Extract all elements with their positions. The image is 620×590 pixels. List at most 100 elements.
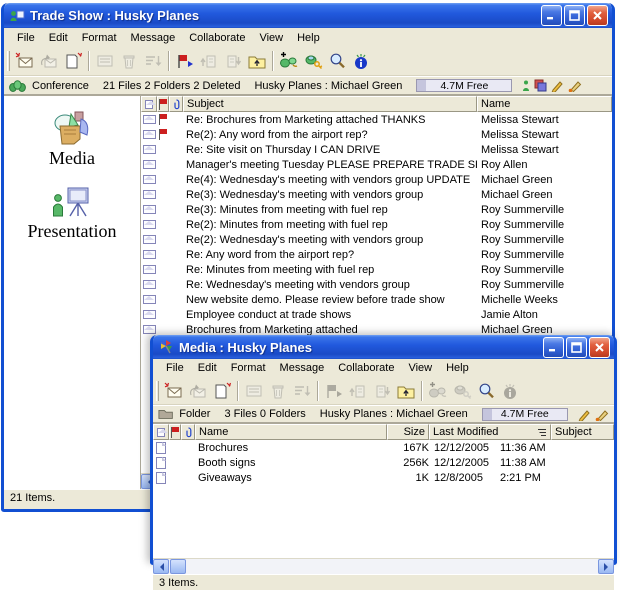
table-row[interactable]: Re: Minutes from meeting with fuel repRo… — [141, 262, 612, 277]
trade-show-infobar: Conference 21 Files 2 Folders 2 Deleted … — [4, 76, 612, 95]
media-toolbar — [153, 377, 614, 405]
table-row[interactable]: Brochures167K12/12/200511:36 AM — [153, 440, 614, 455]
column-name[interactable]: Name — [195, 424, 387, 440]
table-row[interactable]: Re(2): Wednesday's meeting with vendors … — [141, 232, 612, 247]
infobar-owner: Husky Planes : Michael Green — [320, 408, 468, 420]
info-button[interactable] — [349, 50, 373, 73]
toolbar-separator — [88, 51, 90, 71]
close-button[interactable] — [587, 5, 608, 26]
maximize-button[interactable] — [566, 337, 587, 358]
menu-help[interactable]: Help — [290, 30, 327, 46]
scrollbar-thumb[interactable] — [170, 559, 186, 574]
scroll-left-button[interactable] — [153, 559, 169, 574]
add-member-button[interactable] — [277, 50, 301, 73]
search-button[interactable] — [325, 50, 349, 73]
pencil-icon — [578, 408, 590, 421]
sidebar-item-media[interactable]: Media — [49, 110, 95, 169]
menu-view[interactable]: View — [401, 360, 439, 376]
column-flag[interactable] — [169, 424, 181, 440]
left-arrow-icon — [156, 563, 164, 571]
envelope-icon — [157, 428, 165, 437]
menu-format[interactable]: Format — [75, 30, 124, 46]
media-menubar: File Edit Format Message Collaborate Vie… — [153, 359, 614, 377]
table-row[interactable]: New website demo. Please review before t… — [141, 292, 612, 307]
member-access-button[interactable] — [301, 50, 325, 73]
table-row[interactable]: Re: Brochures from Marketing attached TH… — [141, 112, 612, 127]
horizontal-scrollbar[interactable] — [153, 558, 614, 574]
column-last-modified[interactable]: Last Modified — [429, 424, 551, 440]
table-row[interactable]: Re(3): Minutes from meeting with fuel re… — [141, 202, 612, 217]
table-row[interactable]: Re: Any word from the airport rep?Roy Su… — [141, 247, 612, 262]
row-subject: Re: Minutes from meeting with fuel rep — [183, 264, 477, 276]
menu-view[interactable]: View — [252, 30, 290, 46]
table-row[interactable]: Re: Site visit on Thursday I CAN DRIVEMe… — [141, 142, 612, 157]
infobar-counts: 3 Files 0 Folders — [224, 408, 305, 420]
conference-window-icon — [9, 8, 26, 24]
flag-icon — [159, 99, 168, 110]
folder-up-button[interactable] — [245, 50, 269, 73]
forward-button — [346, 379, 370, 402]
toolbar-separator — [317, 381, 319, 401]
pinwheel-window-icon — [158, 339, 175, 355]
column-flag[interactable] — [157, 96, 169, 112]
toolbar-separator — [421, 381, 423, 401]
menu-collaborate[interactable]: Collaborate — [331, 360, 401, 376]
maximize-button[interactable] — [564, 5, 585, 26]
column-subject[interactable]: Subject — [551, 424, 614, 440]
menu-file[interactable]: File — [10, 30, 42, 46]
column-attachment[interactable] — [169, 96, 183, 112]
table-row[interactable]: Giveaways1K12/8/20052:21 PM — [153, 470, 614, 485]
media-titlebar[interactable]: Media : Husky Planes — [153, 335, 614, 359]
column-subject[interactable]: Subject — [183, 96, 477, 112]
file-name: Giveaways — [195, 472, 387, 484]
table-row[interactable]: Re(3): Wednesday's meeting with vendors … — [141, 187, 612, 202]
item-count: 21 Items. — [10, 492, 55, 504]
close-button[interactable] — [589, 337, 610, 358]
table-row[interactable]: Booth signs256K12/12/200511:38 AM — [153, 455, 614, 470]
organize-button — [242, 379, 266, 402]
folder-icon — [158, 408, 173, 420]
flag-button[interactable] — [173, 50, 197, 73]
minimize-button[interactable] — [543, 337, 564, 358]
menu-format[interactable]: Format — [224, 360, 273, 376]
table-row[interactable]: Re(4): Wednesday's meeting with vendors … — [141, 172, 612, 187]
table-row[interactable]: Employee conduct at trade showsJamie Alt… — [141, 307, 612, 322]
menu-collaborate[interactable]: Collaborate — [182, 30, 252, 46]
envelope-icon — [143, 310, 156, 319]
envelope-icon — [145, 100, 153, 109]
row-subject: Re(2): Minutes from meeting with fuel re… — [183, 219, 477, 231]
row-subject: Re: Wednesday's meeting with vendors gro… — [183, 279, 477, 291]
column-size[interactable]: Size — [387, 424, 429, 440]
table-row[interactable]: Re(2): Any word from the airport rep?Mel… — [141, 127, 612, 142]
trade-show-titlebar[interactable]: Trade Show : Husky Planes — [4, 3, 612, 28]
new-message-button[interactable] — [13, 50, 37, 73]
column-attachment[interactable] — [181, 424, 195, 440]
minimize-icon — [546, 10, 557, 21]
presentation-icon — [50, 185, 94, 219]
menu-message[interactable]: Message — [124, 30, 183, 46]
flag-icon — [159, 114, 168, 125]
column-envelope[interactable] — [141, 96, 157, 112]
forward-icon — [199, 52, 219, 70]
folder-up-button[interactable] — [394, 379, 418, 402]
table-row[interactable]: Manager's meeting Tuesday PLEASE PREPARE… — [141, 157, 612, 172]
new-document-button[interactable] — [210, 379, 234, 402]
menu-file[interactable]: File — [159, 360, 191, 376]
menu-message[interactable]: Message — [273, 360, 332, 376]
folder-sidebar: Media Presentation — [4, 96, 141, 489]
sidebar-item-presentation[interactable]: Presentation — [28, 185, 117, 242]
info-button — [498, 379, 522, 402]
table-row[interactable]: Re: Wednesday's meeting with vendors gro… — [141, 277, 612, 292]
column-envelope[interactable] — [153, 424, 169, 440]
new-message-button[interactable] — [162, 379, 186, 402]
new-document-button[interactable] — [61, 50, 85, 73]
menu-help[interactable]: Help — [439, 360, 476, 376]
search-button[interactable] — [474, 379, 498, 402]
media-infobar: Folder 3 Files 0 Folders Husky Planes : … — [153, 405, 614, 423]
menu-edit[interactable]: Edit — [42, 30, 75, 46]
minimize-button[interactable] — [541, 5, 562, 26]
column-name[interactable]: Name — [477, 96, 612, 112]
table-row[interactable]: Re(2): Minutes from meeting with fuel re… — [141, 217, 612, 232]
menu-edit[interactable]: Edit — [191, 360, 224, 376]
scroll-right-button[interactable] — [598, 559, 614, 574]
